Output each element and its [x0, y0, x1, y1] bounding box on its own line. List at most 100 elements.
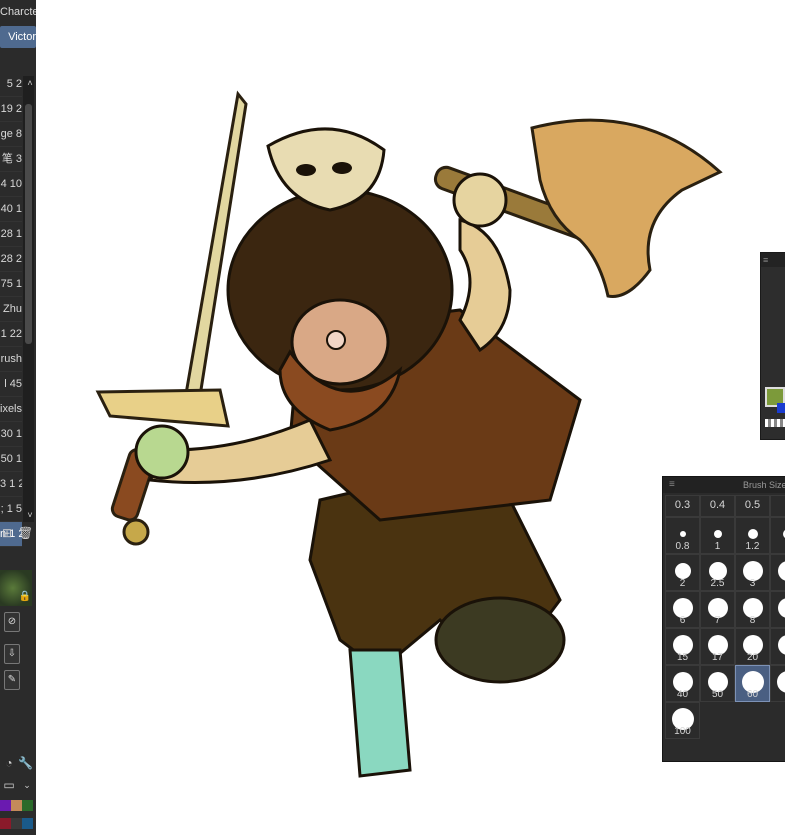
right-hand: [452, 172, 508, 228]
delete-brush-icon[interactable]: 🗑: [18, 526, 33, 540]
brush-size-dot-icon: [777, 561, 785, 581]
brush-size-dot-icon: [747, 529, 758, 539]
brush-list-item[interactable]: 笔 3: [0, 147, 22, 172]
brush-size-option[interactable]: 8: [735, 591, 770, 628]
mask-eye-right: [332, 162, 352, 174]
color-swatch[interactable]: [11, 818, 22, 829]
floating-color-panel: ≡: [760, 252, 785, 440]
pen-icon[interactable]: ✎: [4, 670, 20, 690]
brush-list-item[interactable]: 75 1: [0, 272, 22, 297]
brush-size-option[interactable]: 50: [700, 665, 735, 702]
color-swatch[interactable]: [22, 800, 33, 811]
brush-size-label: 100: [674, 726, 691, 737]
color-swatch[interactable]: [0, 800, 11, 811]
brush-size-dot-icon: [713, 530, 722, 538]
window-icon[interactable]: ▭: [2, 778, 16, 792]
brush-size-option[interactable]: 20: [735, 628, 770, 665]
color-swatch-grid: [0, 798, 34, 835]
sword-blade: [184, 90, 248, 398]
brush-size-option[interactable]: 6: [665, 591, 700, 628]
brush-size-label: 20: [746, 652, 759, 663]
brush-list-item[interactable]: l 45: [0, 372, 22, 397]
brush-size-option[interactable]: [770, 665, 785, 702]
sub-color-swatch[interactable]: [777, 403, 785, 413]
brush-size-option[interactable]: 0.3: [665, 495, 700, 517]
brush-size-option[interactable]: 2.5: [700, 554, 735, 591]
brush-list-scrollbar[interactable]: [23, 76, 34, 522]
canvas-artwork[interactable]: [80, 80, 740, 800]
color-swatch[interactable]: [11, 800, 22, 811]
dial-icon[interactable]: ◔: [2, 756, 16, 770]
brush-size-dot-icon: [776, 671, 785, 693]
brush-size-label: 60: [746, 689, 759, 700]
brush-size-option[interactable]: [770, 591, 785, 628]
brush-list-item[interactable]: ge 8: [0, 122, 22, 147]
tab-charcter[interactable]: Charcter: [0, 1, 36, 23]
scrollbar-thumb[interactable]: [25, 104, 32, 344]
brush-size-dot-icon: [777, 598, 785, 618]
brush-size-label: 3: [749, 578, 756, 589]
brush-size-label: 7: [714, 615, 721, 626]
brush-list-item[interactable]: 3 1 2: [0, 472, 22, 497]
brush-size-option[interactable]: 0.4: [700, 495, 735, 517]
brush-list-item[interactable]: 40 1: [0, 197, 22, 222]
brush-list-item[interactable]: 28 1: [0, 222, 22, 247]
brush-size-option[interactable]: 15: [665, 628, 700, 665]
brush-size-label: 1.2: [745, 541, 760, 552]
brush-list-item[interactable]: 1 22: [0, 322, 22, 347]
brush-size-label: 50: [711, 689, 724, 700]
brush-size-label: 2.5: [710, 578, 725, 589]
left-boot: [348, 648, 412, 778]
brush-size-option[interactable]: [770, 495, 785, 517]
brush-size-option[interactable]: [770, 628, 785, 665]
left-tool-panel: Charcter Victor 5 219 2ge 8笔 34 1040 128…: [0, 0, 36, 835]
brush-size-dot-icon: [777, 635, 785, 655]
brush-list-item[interactable]: ixels: [0, 397, 22, 422]
brush-size-option[interactable]: 60: [735, 665, 770, 702]
tab-victor[interactable]: Victor: [0, 26, 36, 48]
brush-list-item[interactable]: 28 2: [0, 247, 22, 272]
brush-size-panel: ≡ Brush Size 0.3 0.4 0.5 0.8 1 1.2 2 2.5 3 6 7 8 15 1…: [662, 476, 785, 762]
add-brush-icon[interactable]: ⊞: [0, 526, 14, 540]
brush-size-option[interactable]: 40: [665, 665, 700, 702]
panel-menu-icon[interactable]: ≡: [669, 477, 675, 493]
color-swatch[interactable]: [0, 818, 11, 829]
brush-size-option[interactable]: 2: [665, 554, 700, 591]
wrench-icon[interactable]: 🔧: [18, 756, 33, 770]
color-swatch[interactable]: [22, 818, 33, 829]
brush-size-option[interactable]: 7: [700, 591, 735, 628]
brush-size-option[interactable]: 1.2: [735, 517, 770, 554]
brush-list-item[interactable]: Zhu: [0, 297, 22, 322]
brush-list-item[interactable]: 30 1: [0, 422, 22, 447]
brush-size-option[interactable]: 3: [735, 554, 770, 591]
brush-size-label: 40: [676, 689, 689, 700]
brush-size-dot-icon: [679, 531, 686, 537]
brush-list-item[interactable]: 19 2: [0, 97, 22, 122]
sword-guard: [95, 388, 230, 428]
download-icon[interactable]: ⇩: [4, 644, 20, 664]
clip-icon[interactable]: ⊘: [4, 612, 20, 632]
brush-size-option[interactable]: 0.5: [735, 495, 770, 517]
panel-menu-icon[interactable]: ≡: [761, 253, 785, 267]
brush-size-option[interactable]: 1: [700, 517, 735, 554]
brush-list-item[interactable]: rush: [0, 347, 22, 372]
brush-size-option[interactable]: 100: [665, 702, 700, 739]
dropdown-icon[interactable]: ⌄: [20, 778, 34, 792]
brush-size-option[interactable]: [770, 517, 785, 554]
brush-list-item[interactable]: 4 10: [0, 172, 22, 197]
right-shoe: [434, 596, 566, 684]
scroll-up-icon[interactable]: ˄: [23, 76, 36, 90]
brush-size-label: 0.3: [674, 499, 691, 511]
mask-eye-left: [296, 164, 316, 176]
brush-size-option[interactable]: [770, 554, 785, 591]
scroll-down-icon[interactable]: ˅: [23, 508, 36, 522]
brush-size-option[interactable]: 17: [700, 628, 735, 665]
transparent-color-swatch[interactable]: [765, 419, 785, 427]
brush-size-option[interactable]: 0.8: [665, 517, 700, 554]
brush-size-label: 2: [679, 578, 686, 589]
brush-size-label: 1: [714, 541, 721, 552]
lock-icon[interactable]: 🔒: [18, 590, 32, 604]
brush-list-item[interactable]: ; 1 5: [0, 497, 22, 522]
brush-list-item[interactable]: 50 1: [0, 447, 22, 472]
brush-list-item[interactable]: 5 2: [0, 72, 22, 97]
